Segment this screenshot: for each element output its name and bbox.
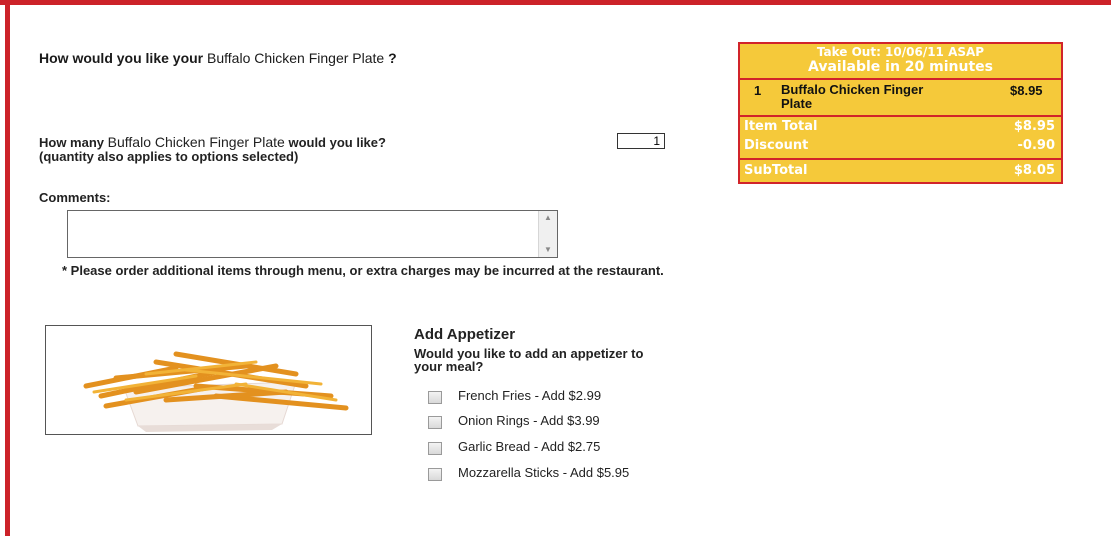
option-label[interactable]: Garlic Bread - Add $2.75 [458,440,698,454]
order-type-datetime: Take Out: 10/06/11 ASAP [816,45,985,59]
line-item-price: $8.95 [1010,83,1043,98]
appetizer-title: Add Appetizer [414,326,516,343]
item-total-label: Item Total [744,119,818,134]
french-fries-image [45,325,372,435]
comments-label: Comments: [39,190,111,205]
item-total-value: $8.95 [1013,119,1055,134]
subtotal-value: $8.05 [1013,163,1055,178]
checkbox[interactable] [428,468,442,481]
checkbox[interactable] [428,391,442,404]
question-prefix: How would you like your [39,50,204,66]
left-border [5,0,10,536]
line-item-name: Buffalo Chicken Finger Plate [781,82,924,111]
appetizer-question: Would you like to add an appetizer to yo… [414,346,644,374]
discount-value: -0.90 [1017,138,1055,153]
scroll-down-arrow-icon[interactable]: ▼ [539,243,557,257]
french-fries-illustration [83,351,349,432]
subtotal-label: SubTotal [744,163,808,178]
extra-charges-notice: * Please order additional items through … [62,263,664,278]
question-suffix: ? [388,50,397,66]
summary-divider [740,158,1061,160]
item-question-title: How would you like your Buffalo Chicken … [39,50,397,66]
quantity-item-name: Buffalo Chicken Finger Plate [107,134,285,150]
quantity-note: (quantity also applies to options select… [39,149,299,164]
comments-textarea[interactable] [68,211,538,257]
discount-label: Discount [744,138,809,153]
option-label[interactable]: French Fries - Add $2.99 [458,389,698,403]
option-label[interactable]: Onion Rings - Add $3.99 [458,414,698,428]
checkbox[interactable] [428,442,442,455]
option-label[interactable]: Mozzarella Sticks - Add $5.95 [458,466,673,480]
scroll-up-arrow-icon[interactable]: ▲ [539,211,557,225]
summary-divider [740,78,1061,80]
question-item-name: Buffalo Chicken Finger Plate [207,50,385,66]
top-border [0,0,1111,5]
availability-text: Available in 20 minutes [808,59,993,75]
line-item-qty: 1 [754,83,762,98]
checkbox[interactable] [428,416,442,429]
quantity-prefix: How many [39,135,105,150]
comments-field[interactable]: ▲ ▼ [67,210,558,258]
quantity-question: How many Buffalo Chicken Finger Plate wo… [39,135,386,164]
order-summary-header: Take Out: 10/06/11 ASAP Available in 20 … [740,45,1061,75]
add-appetizer-section: Add Appetizer Would you like to add an a… [414,326,714,373]
comments-scrollbar[interactable]: ▲ ▼ [538,211,557,257]
summary-divider [740,115,1061,117]
quantity-input[interactable] [617,133,665,149]
order-summary-panel: Take Out: 10/06/11 ASAP Available in 20 … [738,42,1063,184]
quantity-suffix: would you like? [288,135,386,150]
